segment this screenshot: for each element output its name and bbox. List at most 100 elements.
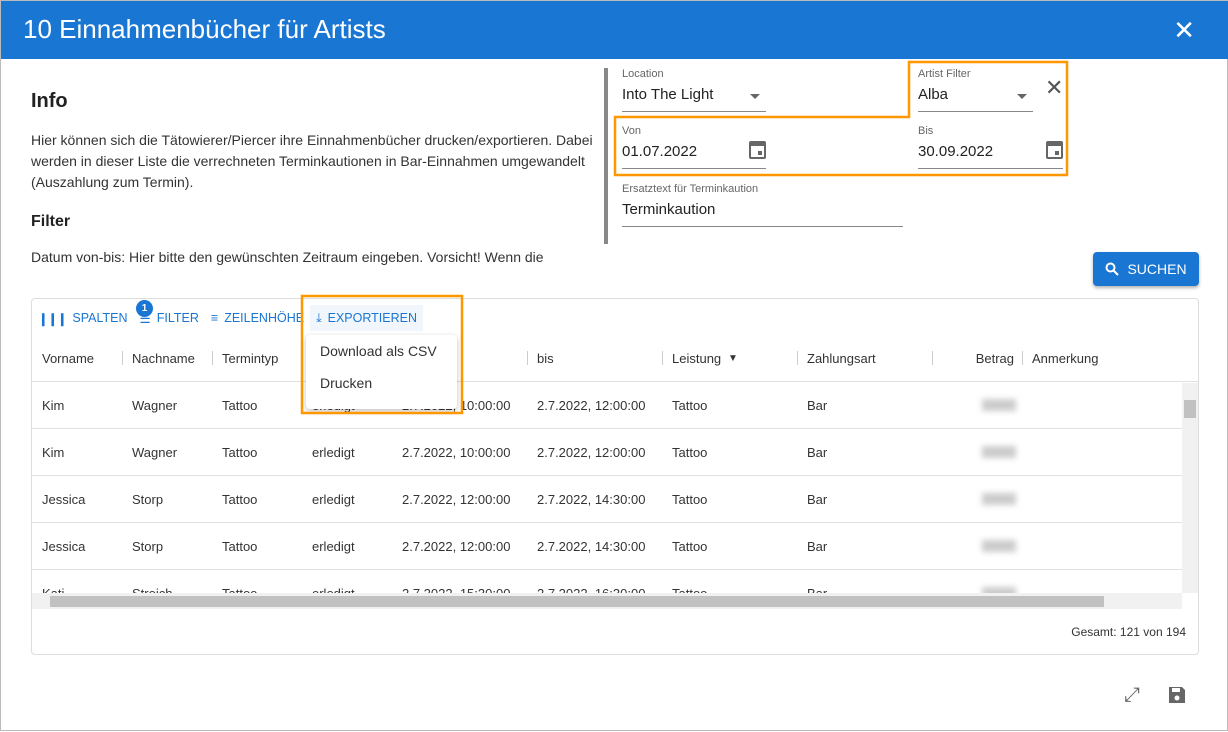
table-row[interactable]: Kim Wagner Tattoo erledigt 2.7.2022, 10:00:0… bbox=[32, 429, 1182, 476]
table-row[interactable]: KimWagnerTattooerledigt2.7.2022, 10:00:0… bbox=[32, 383, 1182, 429]
menu-item-csv[interactable]: Download als CSV bbox=[306, 335, 457, 367]
table-cell: Kati bbox=[42, 570, 64, 593]
table-cell: 2.7.2022, 12:00:00 bbox=[537, 398, 646, 413]
column-separator[interactable] bbox=[122, 351, 123, 365]
table-cell: 2.7.2022, 14:30:00 bbox=[537, 539, 646, 554]
download-icon: ⤓ bbox=[316, 310, 322, 325]
info-scrollbar[interactable] bbox=[604, 68, 608, 244]
artist-value: Alba bbox=[918, 86, 949, 103]
table-cell: Tattoo bbox=[672, 445, 708, 460]
table-cell: 2.7.2022, 12:00:00 bbox=[537, 445, 646, 460]
export-menu: Download als CSV Drucken bbox=[306, 335, 457, 409]
columns-icon: ❙❙❙ bbox=[38, 311, 67, 326]
info-panel: Info Hier können sich die Tätowierer/Pie… bbox=[31, 61, 601, 286]
column-separator[interactable] bbox=[932, 351, 933, 365]
table-cell: erledigt bbox=[312, 570, 355, 593]
table-cell: Tattoo bbox=[222, 398, 258, 413]
bis-value: 30.09.2022 bbox=[918, 143, 994, 160]
columns-button[interactable]: ❙❙❙ SPALTEN bbox=[32, 305, 134, 331]
search-icon bbox=[1105, 262, 1120, 276]
table-cell: Wagner bbox=[132, 445, 178, 460]
table-cell: 2.7.2022, 12:00:00 bbox=[402, 492, 511, 507]
betrag-redacted bbox=[982, 540, 1016, 552]
von-date-field[interactable]: Von 01.07.2022 bbox=[622, 125, 766, 169]
filter-label: FILTER bbox=[156, 311, 199, 325]
von-label: Von bbox=[622, 125, 641, 137]
table-cell: Jessica bbox=[42, 539, 86, 554]
table-cell: Tattoo bbox=[222, 492, 258, 507]
column-separator[interactable] bbox=[797, 351, 798, 365]
table-cell: Kim bbox=[42, 445, 65, 460]
table-cell: Bar bbox=[807, 445, 828, 460]
artist-filter-select[interactable]: Artist Filter Alba bbox=[918, 68, 1033, 112]
table-cell: Streich bbox=[132, 570, 172, 593]
location-select[interactable]: Location Into The Light bbox=[622, 68, 766, 112]
column-header[interactable]: Vorname bbox=[42, 335, 94, 382]
dialog-title: 10 Einnahmenbücher für Artists bbox=[23, 14, 386, 44]
table-cell: Tattoo bbox=[672, 398, 708, 413]
close-icon[interactable]: ✕ bbox=[1173, 15, 1195, 46]
info-heading: Info bbox=[31, 90, 68, 112]
data-grid: ❙❙❙ SPALTEN ☰ FILTER 1 ≡ ZEILENHÖHE ⤓ EXPORT… bbox=[31, 298, 1199, 655]
table-cell: Storp bbox=[132, 492, 164, 507]
table-cell: Bar bbox=[807, 398, 828, 413]
vertical-scrollbar[interactable] bbox=[1182, 383, 1198, 593]
column-separator[interactable] bbox=[527, 351, 528, 365]
location-value: Into The Light bbox=[622, 86, 714, 103]
column-header[interactable]: Nachname bbox=[132, 335, 195, 382]
betrag-redacted bbox=[982, 446, 1016, 458]
table-row[interactable]: Kati Streich Tattoo erledigt 2.7.2022, 15:30… bbox=[32, 570, 1182, 593]
table-cell: Tattoo bbox=[672, 570, 707, 593]
column-header[interactable]: Anmerkung bbox=[1032, 335, 1098, 382]
ersatztext-value: Terminkaution bbox=[622, 201, 716, 218]
column-header[interactable]: Termintyp bbox=[222, 335, 278, 382]
filter-active-icon[interactable]: ▼ bbox=[728, 335, 738, 382]
grid-header: Vorname Nachname Termintyp bis Leistung ▼ Zahl… bbox=[32, 335, 1198, 382]
table-cell: erledigt bbox=[312, 445, 355, 460]
columns-label: SPALTEN bbox=[72, 311, 128, 325]
table-cell: Tattoo bbox=[222, 539, 258, 554]
save-icon[interactable] bbox=[1168, 686, 1186, 704]
betrag-redacted bbox=[982, 399, 1016, 411]
table-cell: Bar bbox=[807, 570, 827, 593]
density-icon: ≡ bbox=[210, 311, 219, 325]
column-header[interactable]: Betrag bbox=[976, 335, 1014, 382]
column-separator[interactable] bbox=[212, 351, 213, 365]
table-cell: Bar bbox=[807, 539, 828, 554]
column-header[interactable]: Leistung bbox=[672, 335, 721, 382]
search-label: SUCHEN bbox=[1127, 261, 1187, 277]
export-label: EXPORTIEREN bbox=[327, 311, 417, 325]
table-cell: 2.7.2022, 10:00:00 bbox=[402, 445, 511, 460]
bis-date-field[interactable]: Bis 30.09.2022 bbox=[918, 125, 1063, 169]
column-separator[interactable] bbox=[1022, 351, 1023, 365]
ersatztext-field[interactable]: Ersatztext für Terminkaution Terminkauti… bbox=[622, 183, 903, 227]
horizontal-scrollbar[interactable] bbox=[32, 593, 1182, 609]
column-header[interactable]: bis bbox=[537, 335, 554, 382]
column-separator[interactable] bbox=[302, 351, 303, 365]
column-header[interactable]: Zahlungsart bbox=[807, 335, 876, 382]
table-row[interactable]: Jessica Storp Tattoo erledigt 2.7.2022, 12:0… bbox=[32, 523, 1182, 570]
table-cell: Jessica bbox=[42, 492, 86, 507]
filter-text: Datum von-bis: Hier bitte den gewünschte… bbox=[31, 249, 544, 265]
grid-body: Kim Wagner Tattoo erledigt 2.7.2022, 10:00:0… bbox=[32, 383, 1182, 593]
table-row[interactable]: Jessica Storp Tattoo erledigt 2.7.2022, 12:0… bbox=[32, 476, 1182, 523]
calendar-icon[interactable] bbox=[749, 141, 766, 159]
search-button[interactable]: SUCHEN bbox=[1093, 252, 1199, 286]
menu-item-print[interactable]: Drucken bbox=[306, 367, 457, 399]
table-cell: 2.7.2022, 15:30:00 bbox=[402, 570, 510, 593]
betrag-redacted bbox=[982, 493, 1016, 505]
filter-heading: Filter bbox=[31, 213, 71, 230]
table-cell: Tattoo bbox=[222, 445, 258, 460]
von-value: 01.07.2022 bbox=[622, 143, 698, 160]
table-cell: Kim bbox=[42, 398, 65, 413]
clear-artist-icon[interactable]: ✕ bbox=[1045, 75, 1063, 101]
fullscreen-icon[interactable]: ⤢ bbox=[1124, 684, 1140, 707]
density-button[interactable]: ≡ ZEILENHÖHE bbox=[205, 305, 310, 331]
calendar-icon[interactable] bbox=[1046, 141, 1063, 159]
column-separator[interactable] bbox=[662, 351, 663, 365]
table-cell: 2.7.2022, 12:00:00 bbox=[402, 539, 511, 554]
dialog-titlebar: 10 Einnahmenbücher für Artists ✕ bbox=[1, 1, 1228, 59]
bis-label: Bis bbox=[918, 125, 934, 137]
table-cell: Tattoo bbox=[222, 570, 257, 593]
export-button[interactable]: ⤓ EXPORTIEREN bbox=[310, 305, 423, 331]
